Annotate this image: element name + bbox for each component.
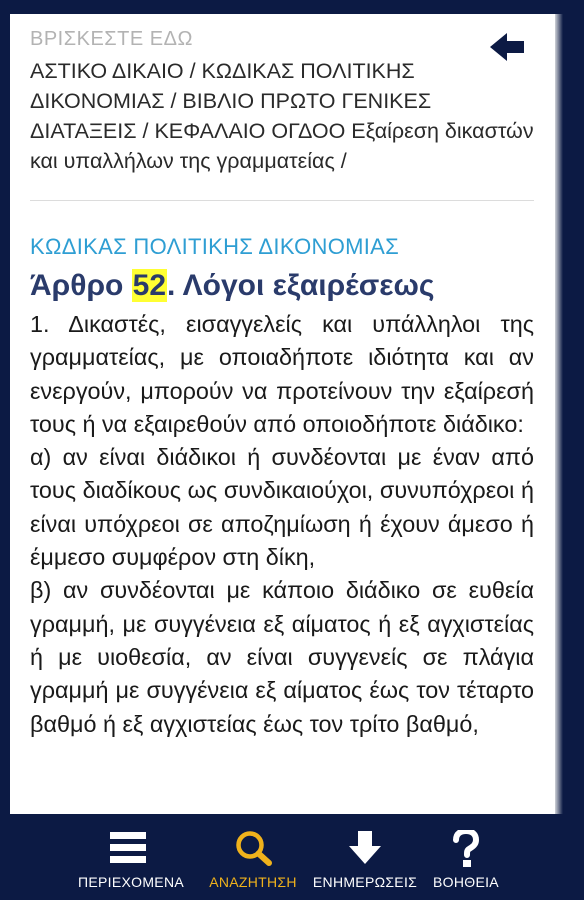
help-icon bbox=[453, 830, 480, 867]
article-paragraph: 1. Δικαστές, εισαγγελείς και υπάλληλοι τ… bbox=[30, 311, 534, 437]
search-icon bbox=[236, 831, 272, 866]
article-number-highlight: 52 bbox=[131, 269, 168, 302]
article-title: Άρθρο 52. Λόγοι εξαιρέσεως bbox=[30, 266, 434, 306]
nav-label: ΒΟΗΘΕΙΑ bbox=[433, 874, 499, 890]
nav-contents[interactable]: ΠΕΡΙΕΧΟΜΕΝΑ bbox=[78, 814, 184, 900]
article-heading: . Λόγοι εξαιρέσεως bbox=[167, 269, 435, 302]
nav-updates[interactable]: ΕΝΗΜΕΡΩΣΕΙΣ bbox=[312, 814, 418, 900]
article-body: 1. Δικαστές, εισαγγελείς και υπάλληλοι τ… bbox=[30, 308, 534, 741]
nav-label: ΕΝΗΜΕΡΩΣΕΙΣ bbox=[312, 874, 418, 890]
divider bbox=[30, 200, 534, 201]
nav-label: ΠΕΡΙΕΧΟΜΕΝΑ bbox=[78, 874, 184, 890]
breadcrumb: ΑΣΤΙΚΟ ΔΙΚΑΙΟ / ΚΩΔΙΚΑΣ ΠΟΛΙΤΙΚΗΣ ΔΙΚΟΝΟ… bbox=[30, 59, 534, 173]
download-arrow-icon bbox=[349, 831, 381, 864]
menu-icon bbox=[110, 832, 146, 863]
code-title: ΚΩΔΙΚΑΣ ΠΟΛΙΤΙΚΗΣ ΔΙΚΟΝΟΜΙΑΣ bbox=[30, 234, 400, 259]
nav-label: ΑΝΑΖΗΤΗΣΗ bbox=[209, 874, 297, 890]
page-edge-shadow bbox=[555, 14, 563, 814]
location-label: ΒΡΙΣΚΕΣΤΕ ΕΔΩ bbox=[30, 28, 193, 50]
bottom-navigation: ΠΕΡΙΕΧΟΜΕΝΑ ΑΝΑΖΗΤΗΣΗ ΕΝΗΜΕΡΩΣΕΙΣ ΒΟΗΘΕΙ… bbox=[0, 814, 584, 900]
content-page: ΒΡΙΣΚΕΣΤΕ ΕΔΩ ΑΣΤΙΚΟ ΔΙΚΑΙΟ / ΚΩΔΙΚΑΣ ΠΟ… bbox=[10, 14, 558, 814]
article-paragraph: β) αν συνδέονται με κάποιο διάδικο σε ευ… bbox=[30, 577, 534, 737]
article-prefix: Άρθρο bbox=[30, 269, 124, 302]
nav-help[interactable]: ΒΟΗΘΕΙΑ bbox=[428, 814, 504, 900]
nav-search[interactable]: ΑΝΑΖΗΤΗΣΗ bbox=[205, 814, 301, 900]
article-paragraph: α) αν είναι διάδικοι ή συνδέονται με ένα… bbox=[30, 444, 534, 571]
